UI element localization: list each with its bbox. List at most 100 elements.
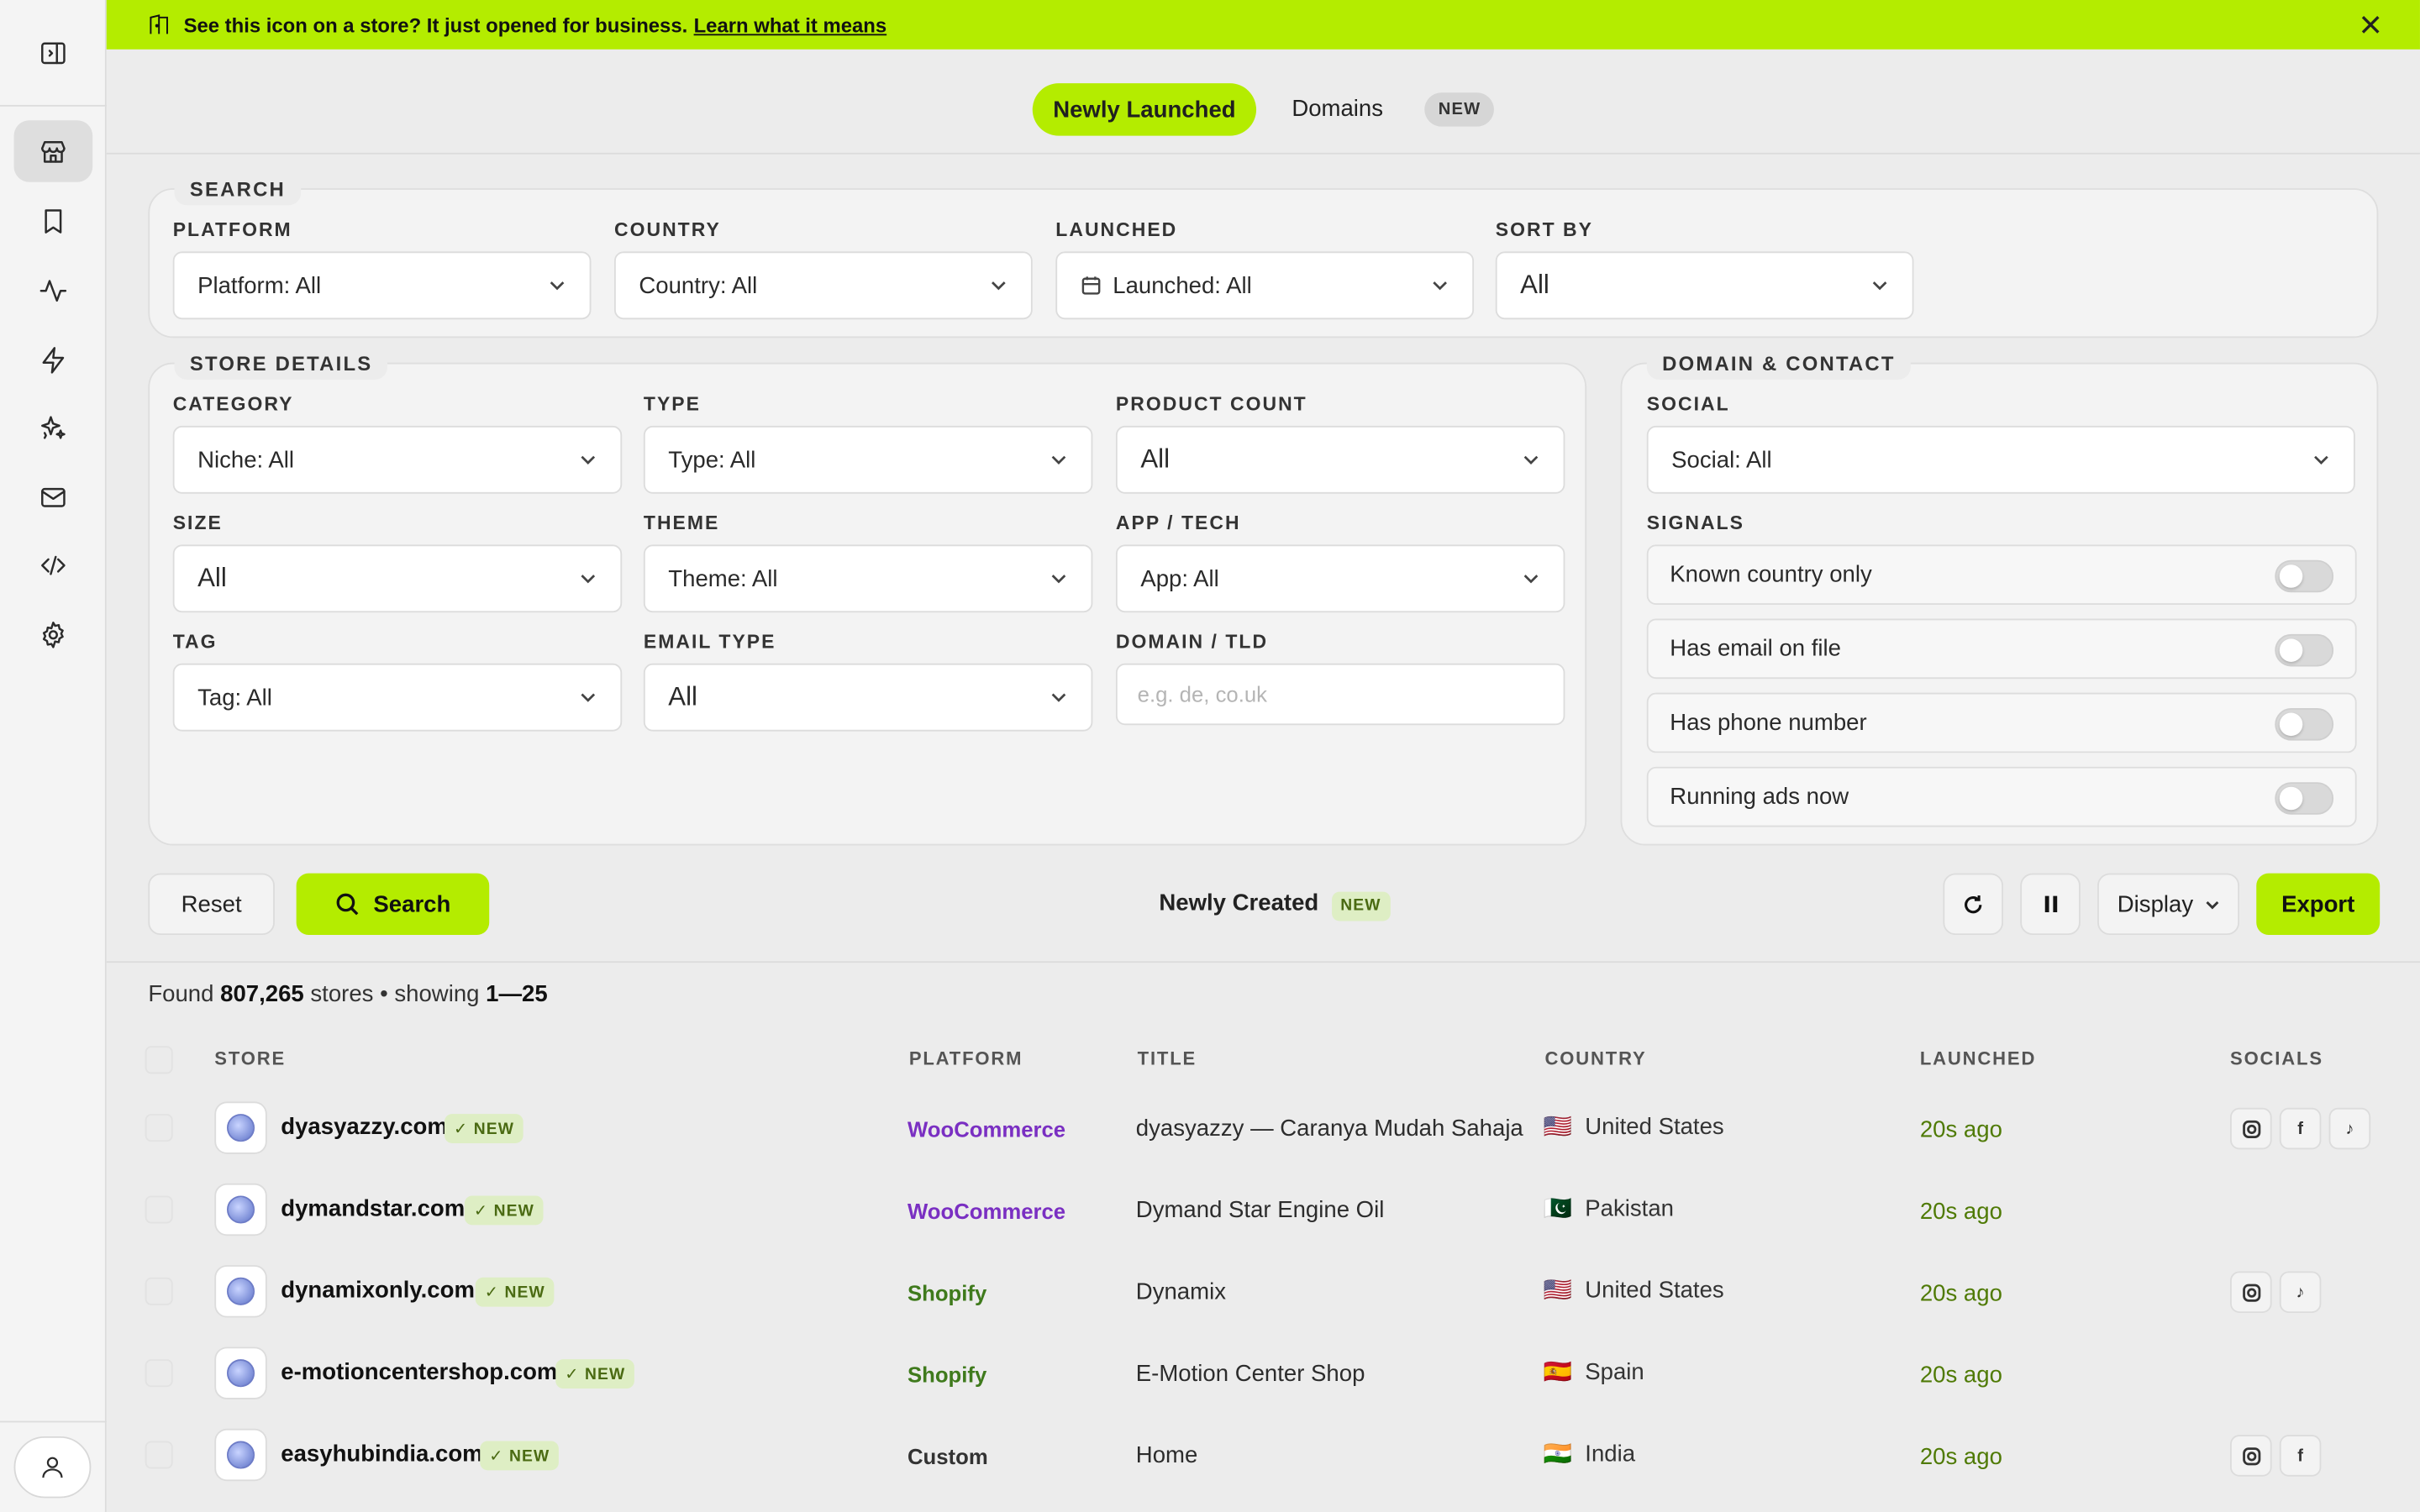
sidebar-item-settings[interactable]	[14, 603, 93, 664]
domain-tld-input[interactable]	[1115, 663, 1565, 726]
refresh-button[interactable]	[1943, 873, 2004, 936]
email-type-select[interactable]: All	[643, 663, 1093, 732]
display-dropdown[interactable]: Display	[2097, 873, 2240, 936]
column-header-launched[interactable]: LAUNCHED	[1920, 1047, 2036, 1069]
row-checkbox[interactable]	[145, 1277, 173, 1305]
product-count-select[interactable]: All	[1115, 425, 1565, 494]
instagram-icon[interactable]	[2230, 1271, 2272, 1314]
domain-tld-label: DOMAIN / TLD	[1115, 631, 1269, 653]
table-row[interactable]: dyasyazzy.com ✓ NEW WooCommerce dyasyazz…	[107, 1089, 2420, 1171]
signal-label: Known country only	[1670, 561, 1872, 588]
chevron-down-icon	[1433, 281, 1447, 291]
banner-learn-link[interactable]: Learn what it means	[694, 13, 887, 37]
sidebar-item-api[interactable]	[14, 533, 93, 595]
tiktok-icon[interactable]: ♪	[2279, 1271, 2322, 1314]
facebook-icon[interactable]: f	[2279, 1107, 2322, 1150]
column-header-socials: SOCIALS	[2230, 1047, 2323, 1069]
launched-cell: 20s ago	[1919, 1362, 2002, 1389]
category-select[interactable]: Niche: All	[172, 425, 623, 494]
tag-select[interactable]: Tag: All	[172, 663, 623, 732]
store-domain-link[interactable]: dymandstar.com	[281, 1195, 465, 1221]
sidebar-toggle-icon	[41, 41, 66, 64]
column-header-title[interactable]: TITLE	[1138, 1047, 1197, 1069]
sidebar-divider	[0, 1420, 107, 1423]
chevron-down-icon	[1872, 281, 1887, 291]
row-checkbox[interactable]	[145, 1441, 173, 1469]
pause-icon	[2044, 895, 2057, 912]
table-row[interactable]: easyhubindia.com ✓ NEW Custom Home 🇮🇳 Ind…	[107, 1416, 2420, 1498]
store-favicon	[214, 1183, 267, 1236]
app-tech-select[interactable]: App: All	[1115, 544, 1565, 613]
instagram-icon[interactable]	[2230, 1435, 2272, 1477]
sidebar-item-activity[interactable]	[14, 260, 93, 321]
row-checkbox[interactable]	[145, 1195, 173, 1224]
tab-newly-launched[interactable]: Newly Launched	[1032, 83, 1257, 136]
running-ads-toggle[interactable]	[2275, 782, 2334, 815]
launched-select[interactable]: Launched: All	[1055, 251, 1475, 320]
sparkles-icon	[41, 415, 66, 438]
new-badge: ✓ NEW	[555, 1359, 635, 1389]
sidebar-item-mail[interactable]	[14, 466, 93, 528]
size-select[interactable]: All	[172, 544, 623, 613]
store-domain-link[interactable]: e-motioncentershop.com	[281, 1359, 557, 1385]
sort-by-select[interactable]: All	[1495, 251, 1914, 320]
select-all-checkbox[interactable]	[145, 1046, 173, 1074]
column-header-store[interactable]: STORE	[214, 1047, 286, 1069]
theme-select[interactable]: Theme: All	[643, 544, 1093, 613]
sidebar-item-ai[interactable]	[14, 396, 93, 458]
store-details-panel: STORE DETAILS CATEGORY Niche: All TYPE T…	[148, 345, 1587, 846]
chevron-down-icon	[2206, 900, 2219, 909]
found-prefix: Found	[148, 981, 214, 1008]
table-row[interactable]: e-motioncentershop.com ✓ NEW Shopify E-M…	[107, 1335, 2420, 1416]
platform-cell: WooCommerce	[907, 1116, 1066, 1142]
platform-select-value: Platform: All	[197, 272, 322, 299]
sidebar-item-saved[interactable]	[14, 190, 93, 251]
column-header-country[interactable]: COUNTRY	[1545, 1047, 1647, 1069]
globe-icon	[226, 1359, 255, 1388]
newly-created-toggle[interactable]: Newly Created NEW	[1159, 890, 1391, 921]
type-select[interactable]: Type: All	[643, 425, 1093, 494]
instagram-icon[interactable]	[2230, 1107, 2272, 1150]
size-label: SIZE	[172, 512, 223, 534]
sort-by-label: SORT BY	[1495, 218, 1593, 241]
country-select[interactable]: Country: All	[614, 251, 1033, 320]
row-checkbox[interactable]	[145, 1114, 173, 1142]
sidebar-item-stores[interactable]	[13, 120, 93, 182]
tiktok-icon[interactable]: ♪	[2328, 1107, 2371, 1150]
store-domain-link[interactable]: dynamixonly.com	[281, 1278, 475, 1304]
known-country-toggle[interactable]	[2275, 559, 2334, 593]
store-domain-link[interactable]: easyhubindia.com	[281, 1441, 482, 1467]
chevron-down-icon	[1523, 575, 1539, 584]
table-row[interactable]: dynamixonly.com ✓ NEW Shopify Dynamix 🇺🇸…	[107, 1252, 2420, 1334]
facebook-icon[interactable]: f	[2279, 1435, 2322, 1477]
search-button[interactable]: Search	[296, 873, 490, 936]
country-cell: 🇺🇸 United States	[1544, 1278, 1724, 1304]
column-header-platform[interactable]: PLATFORM	[909, 1047, 1023, 1069]
sidebar-toggle-button[interactable]	[14, 22, 93, 83]
social-select[interactable]: Social: All	[1646, 425, 2355, 494]
pause-button[interactable]	[2020, 873, 2081, 936]
reset-button[interactable]: Reset	[148, 873, 275, 936]
row-checkbox[interactable]	[145, 1359, 173, 1388]
platform-select[interactable]: Platform: All	[172, 251, 592, 320]
social-select-value: Social: All	[1671, 446, 1772, 473]
has-email-toggle[interactable]	[2275, 633, 2334, 667]
country-name: United States	[1585, 1277, 1724, 1305]
country-cell: 🇵🇰 Pakistan	[1544, 1195, 1674, 1221]
store-domain-link[interactable]: dyasyazzy.com	[281, 1114, 448, 1140]
sidebar-item-trending[interactable]	[14, 328, 93, 390]
export-button[interactable]: Export	[2256, 873, 2381, 936]
profile-button[interactable]	[13, 1436, 92, 1499]
platform-label: PLATFORM	[172, 218, 292, 241]
close-icon[interactable]	[2358, 13, 2382, 37]
signal-has-phone: Has phone number	[1646, 692, 2357, 753]
app-tech-label: APP / TECH	[1115, 512, 1241, 534]
title-cell: dyasyazzy — Caranya Mudah Sahaja	[1135, 1115, 1523, 1142]
has-phone-toggle[interactable]	[2275, 708, 2334, 741]
divider	[106, 961, 2420, 963]
announcement-banner: See this icon on a store? It just opened…	[106, 0, 2420, 50]
table-row[interactable]: dymandstar.com ✓ NEW WooCommerce Dymand …	[107, 1171, 2420, 1252]
country-cell: 🇪🇸 Spain	[1544, 1359, 1644, 1385]
tab-domains[interactable]: Domains	[1292, 96, 1383, 122]
country-name: Spain	[1585, 1359, 1644, 1386]
